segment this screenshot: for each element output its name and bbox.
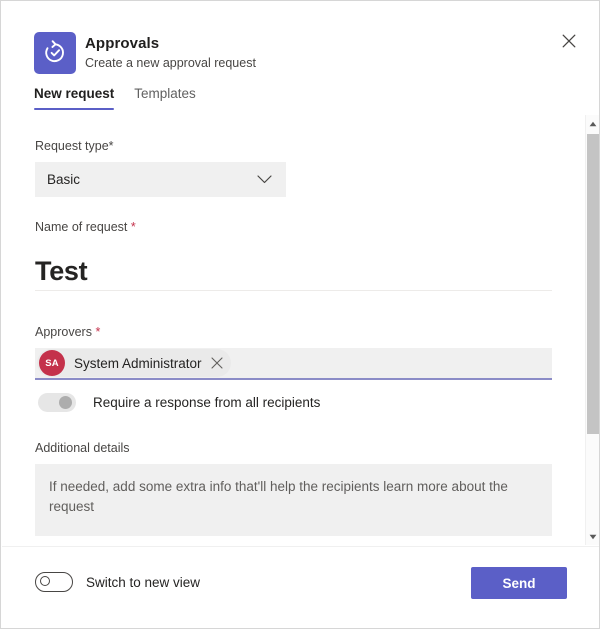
- require-response-row: Require a response from all recipients: [38, 393, 320, 412]
- dialog-footer: Switch to new view Send: [2, 546, 599, 628]
- person-chip[interactable]: SA System Administrator: [37, 349, 231, 377]
- name-of-request-label-text: Name of request: [35, 220, 131, 234]
- close-icon[interactable]: [553, 25, 585, 57]
- close-icon[interactable]: [210, 357, 223, 369]
- approvals-refresh-check-icon: [34, 32, 76, 74]
- name-of-request-input[interactable]: Test: [35, 243, 552, 291]
- switch-to-new-view-label: Switch to new view: [86, 574, 201, 590]
- tab-templates-label: Templates: [134, 86, 196, 101]
- additional-details-placeholder: If needed, add some extra info that'll h…: [49, 479, 508, 514]
- tab-new-request[interactable]: New request: [34, 86, 115, 110]
- toggle-knob: [40, 576, 50, 586]
- app-title: Approvals: [85, 35, 160, 52]
- tab-bar: New request Templates: [34, 86, 216, 110]
- switch-to-new-view-toggle[interactable]: [35, 572, 73, 592]
- approvals-dialog: Approvals Create a new approval request …: [0, 0, 600, 629]
- app-subtitle: Create a new approval request: [85, 56, 256, 70]
- required-asterisk: *: [95, 325, 101, 339]
- scrollbar-thumb[interactable]: [587, 134, 599, 434]
- avatar-initials: SA: [45, 357, 59, 369]
- name-of-request-value: Test: [35, 256, 88, 287]
- toggle-knob: [59, 396, 72, 409]
- approvers-label: Approvers *: [35, 325, 100, 339]
- require-response-label: Require a response from all recipients: [93, 395, 321, 410]
- send-button[interactable]: Send: [471, 567, 567, 599]
- approvers-input[interactable]: SA System Administrator: [35, 348, 552, 380]
- chevron-down-icon: [257, 171, 272, 189]
- additional-details-input[interactable]: If needed, add some extra info that'll h…: [35, 464, 552, 536]
- approvers-label-text: Approvers: [35, 325, 96, 339]
- form-scroll-area: Request type* Basic Name of request * Te…: [2, 115, 585, 545]
- vertical-scrollbar[interactable]: [585, 115, 599, 545]
- person-chip-name: System Administrator: [74, 355, 202, 371]
- avatar: SA: [39, 350, 65, 376]
- additional-details-label: Additional details: [35, 441, 130, 455]
- tab-new-request-label: New request: [34, 86, 115, 101]
- tab-templates[interactable]: Templates: [134, 86, 196, 110]
- request-type-select[interactable]: Basic: [35, 162, 286, 197]
- required-asterisk: *: [130, 220, 136, 234]
- request-type-value: Basic: [47, 172, 81, 187]
- switch-view-row: Switch to new view: [35, 572, 200, 592]
- dialog-header: Approvals Create a new approval request …: [1, 1, 599, 113]
- scroll-down-arrow-icon[interactable]: [586, 528, 599, 545]
- request-type-label: Request type*: [35, 139, 114, 153]
- require-response-toggle[interactable]: [38, 393, 76, 412]
- scroll-up-arrow-icon[interactable]: [586, 115, 599, 132]
- name-of-request-label: Name of request *: [35, 220, 136, 234]
